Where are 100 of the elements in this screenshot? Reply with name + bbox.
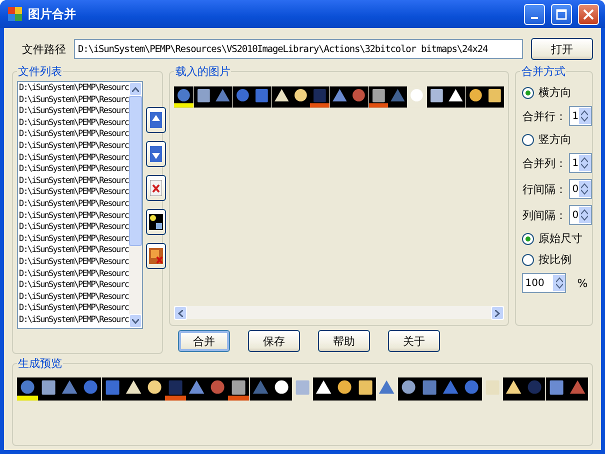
- file-list-item[interactable]: D:\iSunSystem\PEMP\Resourc: [19, 245, 129, 257]
- thumbnail-icon: [524, 377, 546, 401]
- clear-button[interactable]: [146, 243, 166, 269]
- file-list-item[interactable]: D:\iSunSystem\PEMP\Resourc: [19, 268, 129, 280]
- minimize-icon: [531, 16, 538, 18]
- radio-button[interactable]: 按比例: [522, 252, 588, 267]
- file-list-item[interactable]: D:\iSunSystem\PEMP\Resourc: [19, 303, 129, 315]
- spinner-arrows-icon: [581, 183, 588, 195]
- add-image-icon: [148, 214, 163, 230]
- thumbnail-icon: [388, 85, 408, 109]
- thumbnail-icon: [503, 377, 524, 401]
- thumbnail-icon: [566, 377, 588, 401]
- unit-label: %: [577, 276, 588, 290]
- file-list-item[interactable]: D:\iSunSystem\PEMP\Resourc: [19, 198, 129, 211]
- thumbnail-icon: [310, 85, 330, 109]
- group-title: 生成预览: [17, 356, 63, 371]
- thumbnail-icon: [80, 377, 102, 401]
- spinner-arrows-icon: [581, 209, 588, 221]
- group-title: 合并方式: [520, 64, 566, 79]
- file-list-item[interactable]: D:\iSunSystem\PEMP\Resourc: [19, 176, 129, 188]
- thumbnail-icon: [466, 85, 485, 109]
- file-list-item[interactable]: D:\iSunSystem\PEMP\Resourc: [19, 222, 129, 234]
- thumbnail-icon: [252, 85, 272, 109]
- move-down-button[interactable]: [146, 141, 166, 167]
- spinner-label: 合并行：: [522, 108, 566, 124]
- thumbnail-icon: [174, 85, 194, 109]
- delete-icon: [150, 180, 162, 196]
- spinner-label: 列间隔：: [522, 208, 566, 222]
- spinner-label: 行间隔：: [522, 182, 566, 196]
- file-list-item[interactable]: D:\iSunSystem\PEMP\Resourc: [19, 94, 129, 106]
- thumbnail-icon: [232, 85, 252, 109]
- clear-image-icon: [148, 248, 163, 264]
- close-button[interactable]: [578, 4, 599, 24]
- group-title: 载入的图片: [174, 64, 232, 79]
- thumbnail-icon: [546, 377, 567, 401]
- spinner-arrows-icon: [556, 277, 563, 289]
- action-button[interactable]: 帮助: [318, 330, 370, 352]
- maximize-button[interactable]: [551, 4, 572, 24]
- open-button[interactable]: 打开: [531, 38, 593, 60]
- thumbnail-icon: [355, 377, 376, 401]
- radio-button[interactable]: 原始尺寸: [522, 231, 588, 246]
- horizontal-scrollbar[interactable]: [174, 306, 504, 319]
- file-list-item[interactable]: D:\iSunSystem\PEMP\Resourc: [19, 164, 129, 176]
- maximize-icon: [556, 8, 567, 20]
- file-list-item[interactable]: D:\iSunSystem\PEMP\Resourc: [19, 118, 129, 130]
- thumbnail-icon: [290, 85, 310, 109]
- spinner-arrows-icon: [581, 157, 588, 169]
- file-list-item[interactable]: D:\iSunSystem\PEMP\Resourc: [19, 129, 129, 141]
- thumbnail-icon: [194, 85, 214, 109]
- thumbnail-icon: [349, 85, 369, 109]
- file-list-item[interactable]: D:\iSunSystem\PEMP\Resourc: [19, 210, 129, 222]
- vertical-scrollbar[interactable]: [128, 82, 142, 328]
- thumbnail-icon: [484, 85, 504, 109]
- file-list-item[interactable]: D:\iSunSystem\PEMP\Resourc: [19, 152, 129, 164]
- move-up-button[interactable]: [146, 107, 166, 133]
- path-field[interactable]: D:\iSunSystem\PEMP\Resources\VS2010ImageLibrary\Actions\32bitcolor bitmaps\24x24: [74, 39, 523, 59]
- file-list-item[interactable]: D:\iSunSystem\PEMP\Resourc: [19, 234, 129, 246]
- number-spinner[interactable]: 0: [569, 179, 592, 199]
- thumbnail-icon: [272, 85, 291, 109]
- thumbnail-icon: [250, 377, 271, 401]
- thumbnail-icon: [122, 377, 144, 401]
- app-icon: [8, 7, 22, 21]
- thumbnail-icon: [17, 377, 38, 401]
- thumbnail-icon: [334, 377, 356, 401]
- thumbnail-icon: [446, 85, 466, 109]
- file-list-item[interactable]: D:\iSunSystem\PEMP\Resourc: [19, 292, 129, 304]
- file-list-item[interactable]: D:\iSunSystem\PEMP\Resourc: [19, 140, 129, 153]
- file-list-item[interactable]: D:\iSunSystem\PEMP\Resourc: [19, 187, 129, 199]
- delete-button[interactable]: [146, 175, 166, 201]
- minimize-button[interactable]: [524, 4, 545, 24]
- file-list-item[interactable]: D:\iSunSystem\PEMP\Resourc: [19, 83, 129, 95]
- number-spinner[interactable]: 1: [569, 153, 592, 173]
- thumbnail-icon: [228, 377, 250, 401]
- thumbnail-icon: [312, 377, 334, 401]
- action-button[interactable]: 关于: [388, 330, 440, 352]
- close-icon: [583, 8, 594, 20]
- action-button[interactable]: 合并: [178, 330, 230, 352]
- radio-button[interactable]: 竖方向: [522, 132, 588, 147]
- group-title: 文件列表: [17, 64, 63, 79]
- spinner-label: 合并列：: [522, 156, 566, 170]
- radio-button[interactable]: 横方向: [522, 85, 588, 100]
- file-list-item[interactable]: D:\iSunSystem\PEMP\Resourc: [19, 280, 129, 292]
- action-button[interactable]: 保存: [248, 330, 300, 352]
- number-spinner[interactable]: 1: [569, 106, 592, 126]
- thumbnail-icon: [330, 85, 350, 109]
- thumbnail-icon: [460, 377, 482, 401]
- number-spinner[interactable]: 0: [569, 205, 592, 225]
- path-label: 文件路径: [22, 42, 66, 56]
- thumbnail-icon: [213, 85, 233, 109]
- file-list-item[interactable]: D:\iSunSystem\PEMP\Resourc: [19, 106, 129, 118]
- number-spinner[interactable]: 100: [522, 273, 566, 293]
- thumbnail-icon: [398, 377, 419, 401]
- file-list-item[interactable]: D:\iSunSystem\PEMP\Resourc: [19, 314, 129, 326]
- thumbnail-icon: [368, 85, 388, 109]
- thumbnail-icon: [270, 377, 292, 401]
- file-list[interactable]: [17, 81, 143, 329]
- file-list-item[interactable]: D:\iSunSystem\PEMP\Resourc: [19, 256, 129, 268]
- add-button[interactable]: [146, 209, 166, 235]
- thumbnail-icon: [102, 377, 123, 401]
- window-title: 图片合并: [28, 6, 77, 22]
